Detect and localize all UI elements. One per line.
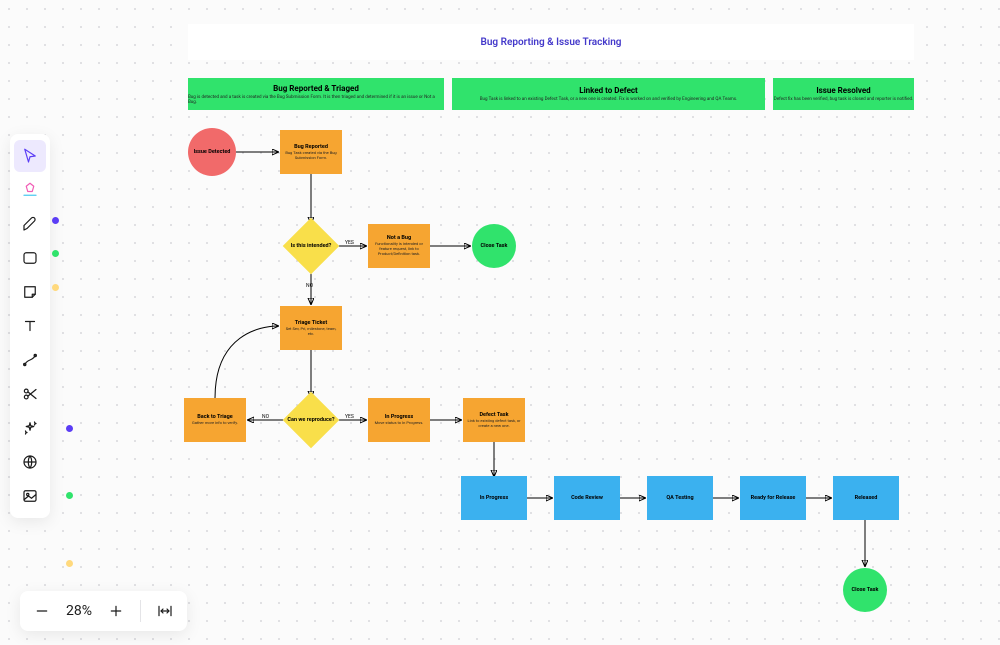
node-subtitle: Move status to In Progress.	[375, 421, 424, 426]
zoom-out-button[interactable]	[30, 599, 54, 623]
node-title: Close Task	[852, 587, 879, 593]
zoom-bar: 28%	[20, 591, 187, 631]
node-issue-detected[interactable]: Issue Detected	[188, 128, 236, 176]
node-subtitle: Bug Task created via the Bug Submission …	[283, 151, 339, 161]
node-qa-testing[interactable]: QA Testing	[647, 476, 713, 520]
node-subtitle: Link to existing defect task, or create …	[466, 419, 522, 429]
node-defect-task[interactable]: Defect Task Link to existing defect task…	[463, 398, 525, 442]
node-back-to-triage[interactable]: Back to Triage Gather more info to verif…	[184, 398, 246, 442]
edge-label-no: NO	[262, 414, 269, 420]
node-title: Can we reproduce?	[283, 417, 339, 423]
zoom-in-button[interactable]	[104, 599, 128, 623]
lane-resolved: Issue Resolved Defect fix has been verif…	[773, 78, 914, 110]
lane-subtitle: Defect fix has been verified, bug task i…	[774, 97, 914, 102]
zoom-value[interactable]: 28%	[66, 603, 92, 619]
node-is-intended[interactable]: Is this intended?	[291, 226, 331, 266]
edge-label-yes: YES	[345, 240, 354, 246]
separator	[140, 600, 141, 622]
node-close-task-1[interactable]: Close Task	[472, 224, 516, 268]
edge-label-yes: YES	[345, 414, 354, 420]
node-released[interactable]: Released	[833, 476, 899, 520]
tool-text[interactable]	[14, 310, 46, 342]
tool-connector[interactable]	[14, 344, 46, 376]
lane-title: Bug Reported & Triaged	[273, 84, 359, 93]
lane-reported: Bug Reported & Triaged Bug is detected a…	[188, 78, 444, 110]
tool-shapes-ai[interactable]	[14, 174, 46, 206]
node-title: Defect Task	[479, 412, 508, 418]
node-title: Bug Reported	[294, 144, 328, 150]
node-title: Released	[855, 495, 878, 501]
node-in-progress-1[interactable]: In Progress Move status to In Progress.	[368, 398, 430, 442]
lane-subtitle: Bug Task is linked to an existing Defect…	[480, 97, 737, 102]
node-title: Close Task	[481, 243, 508, 249]
node-subtitle: Functionality is intended or feature req…	[371, 242, 427, 256]
node-title: Is this intended?	[283, 243, 339, 249]
node-title: Code Review	[571, 495, 603, 501]
node-title: Issue Detected	[194, 149, 231, 155]
tool-sticky-note[interactable]	[14, 276, 46, 308]
node-close-task-2[interactable]: Close Task	[843, 568, 887, 612]
tool-select[interactable]	[14, 140, 46, 172]
node-triage[interactable]: Triage Ticket Set Sev, Pri, milestone, t…	[280, 306, 342, 350]
node-can-reproduce[interactable]: Can we reproduce?	[291, 400, 331, 440]
node-subtitle: Set Sev, Pri, milestone, team, etc.	[283, 327, 339, 337]
color-dot-purple[interactable]	[66, 425, 73, 432]
lane-linked: Linked to Defect Bug Task is linked to a…	[452, 78, 765, 110]
color-dot-green[interactable]	[52, 250, 59, 257]
lane-subtitle: Bug is detected and a task is created vi…	[188, 95, 444, 105]
tool-rectangle[interactable]	[14, 242, 46, 274]
node-title: Ready for Release	[751, 495, 796, 501]
node-subtitle: Gather more info to verify.	[192, 421, 238, 426]
tool-magic[interactable]	[14, 412, 46, 444]
fit-width-button[interactable]	[153, 599, 177, 623]
node-title: Triage Ticket	[295, 320, 327, 326]
node-title: In Progress	[480, 495, 508, 501]
node-bug-reported[interactable]: Bug Reported Bug Task created via the Bu…	[280, 130, 342, 174]
lane-title: Issue Resolved	[816, 86, 870, 95]
lane-title: Linked to Defect	[579, 86, 638, 95]
tool-image[interactable]	[14, 480, 46, 512]
tool-pen[interactable]	[14, 208, 46, 240]
node-in-progress-2[interactable]: In Progress	[461, 476, 527, 520]
node-code-review[interactable]: Code Review	[554, 476, 620, 520]
color-dot-yellow[interactable]	[52, 284, 59, 291]
node-title: QA Testing	[666, 495, 693, 501]
edge-label-no: NO	[306, 283, 313, 289]
diagram-title: Bug Reporting & Issue Tracking	[188, 24, 914, 60]
color-dot-purple[interactable]	[52, 217, 59, 224]
color-dot-green[interactable]	[66, 492, 73, 499]
canvas[interactable]: Bug Reporting & Issue Tracking Bug Repor…	[0, 0, 1000, 645]
toolbar	[10, 134, 50, 518]
color-dot-yellow[interactable]	[66, 560, 73, 567]
node-ready-release[interactable]: Ready for Release	[740, 476, 806, 520]
node-not-a-bug[interactable]: Not a Bug Functionality is intended or f…	[368, 224, 430, 268]
tool-scissors[interactable]	[14, 378, 46, 410]
tool-web[interactable]	[14, 446, 46, 478]
